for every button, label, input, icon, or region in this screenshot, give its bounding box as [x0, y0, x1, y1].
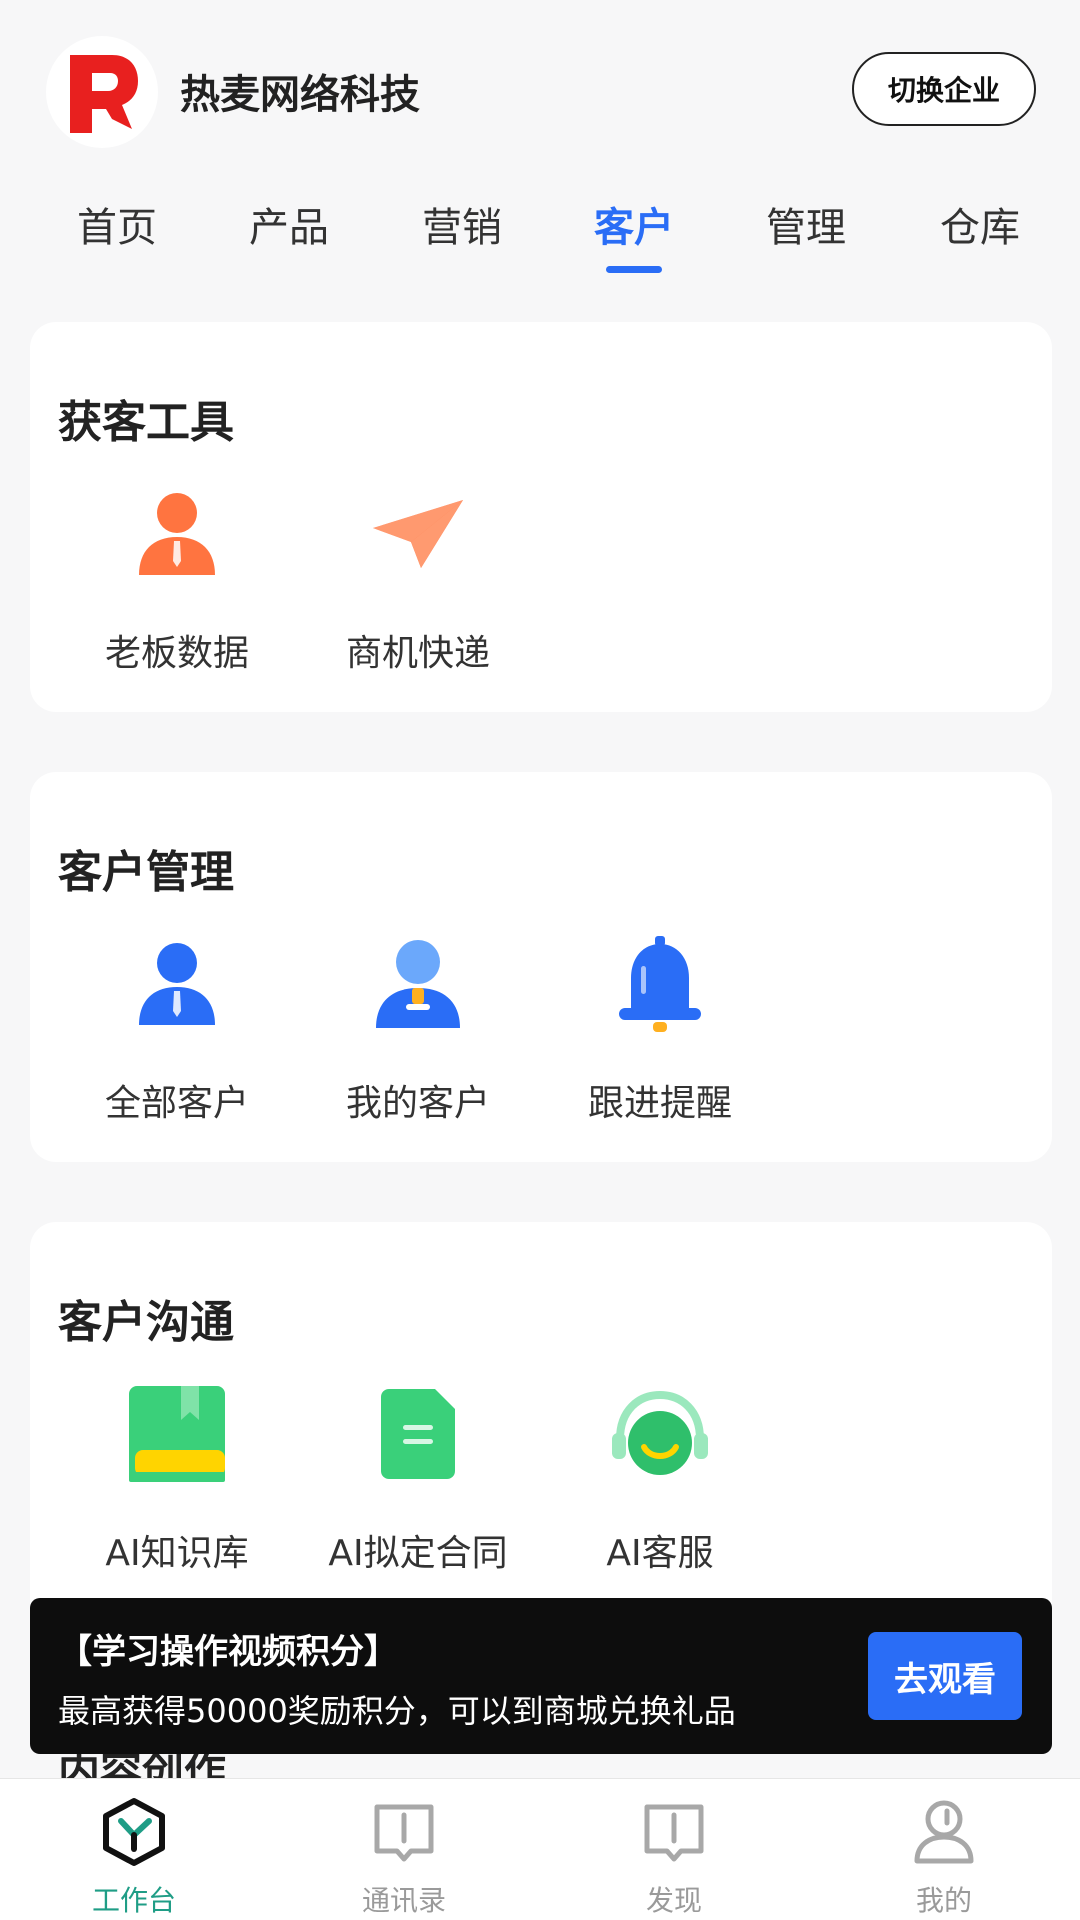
workbench-page: 热麦网络科技 切换企业 首页 产品 营销 客户 管理 仓库 获客工具 老板数据: [0, 0, 1080, 1920]
company-logo-icon: [46, 36, 158, 148]
section-lead-tools: 获客工具 老板数据 商机快递: [30, 322, 1052, 712]
company-name: 热麦网络科技: [180, 72, 420, 118]
item-my-customers[interactable]: 我的客户: [298, 934, 538, 1126]
section-customer-communication: 客户沟通 AI知识库 AI拟定合同 AI客服: [30, 1222, 1052, 1642]
item-opportunity-express[interactable]: 商机快递: [298, 484, 538, 676]
tab-home[interactable]: 首页: [47, 195, 187, 253]
item-label: 跟进提醒: [587, 1083, 732, 1124]
nav-discover[interactable]: 发现: [574, 1797, 774, 1919]
promo-description: 最高获得50000奖励积分，可以到商城兑换礼品: [58, 1692, 736, 1730]
tab-management[interactable]: 管理: [736, 195, 876, 253]
tab-marketing[interactable]: 营销: [392, 195, 532, 253]
item-label: 全部客户: [104, 1083, 249, 1124]
item-label: AI拟定合同: [328, 1533, 508, 1574]
nav-label: 通讯录: [361, 1884, 446, 1917]
workbench-icon: [99, 1797, 169, 1867]
item-label: AI客服: [606, 1533, 714, 1574]
bell-icon: [610, 934, 710, 1034]
profile-icon: [909, 1797, 979, 1867]
active-tab-indicator: [606, 266, 662, 273]
tab-warehouse[interactable]: 仓库: [910, 195, 1050, 253]
nav-profile[interactable]: 我的: [844, 1797, 1044, 1919]
nav-contacts[interactable]: 通讯录: [304, 1797, 504, 1919]
item-ai-contract-draft[interactable]: AI拟定合同: [298, 1384, 538, 1576]
promo-title: 【学习操作视频积分】: [58, 1632, 398, 1672]
item-label: 商机快递: [345, 633, 490, 674]
bottom-navigation: 工作台 通讯录 发现 我的: [0, 1778, 1080, 1920]
switch-company-button[interactable]: 切换企业: [852, 52, 1036, 126]
nav-label: 工作台: [91, 1884, 176, 1917]
item-all-customers[interactable]: 全部客户: [57, 934, 297, 1126]
person-icon: [127, 934, 227, 1034]
section-customer-management: 客户管理 全部客户 我的客户 跟进提醒: [30, 772, 1052, 1162]
watch-button[interactable]: 去观看: [868, 1632, 1022, 1720]
section-title: 客户沟通: [58, 1297, 234, 1348]
category-tabs: 首页 产品 营销 客户 管理 仓库: [0, 195, 1080, 275]
item-ai-customer-service[interactable]: AI客服: [540, 1384, 780, 1576]
my-customer-icon: [368, 934, 468, 1034]
section-title: 获客工具: [58, 397, 234, 448]
book-icon: [127, 1384, 227, 1484]
document-icon: [368, 1384, 468, 1484]
item-follow-up-reminder[interactable]: 跟进提醒: [540, 934, 780, 1126]
discover-icon: [639, 1797, 709, 1867]
nav-workbench[interactable]: 工作台: [34, 1797, 234, 1919]
tab-products[interactable]: 产品: [219, 195, 359, 253]
nav-label: 发现: [645, 1884, 702, 1917]
item-label: AI知识库: [105, 1533, 249, 1574]
item-boss-data[interactable]: 老板数据: [57, 484, 297, 676]
section-title: 客户管理: [58, 847, 234, 898]
headset-icon: [610, 1384, 710, 1484]
tab-customers[interactable]: 客户: [564, 195, 704, 253]
item-label: 老板数据: [104, 633, 249, 674]
item-ai-knowledge-base[interactable]: AI知识库: [57, 1384, 297, 1576]
paper-plane-icon: [368, 484, 468, 584]
contacts-icon: [369, 1797, 439, 1867]
nav-label: 我的: [915, 1884, 972, 1917]
boss-person-icon: [127, 484, 227, 584]
points-promo-banner: 【学习操作视频积分】 最高获得50000奖励积分，可以到商城兑换礼品 去观看: [30, 1598, 1052, 1754]
item-label: 我的客户: [345, 1083, 490, 1124]
header: 热麦网络科技 切换企业: [0, 0, 1080, 180]
